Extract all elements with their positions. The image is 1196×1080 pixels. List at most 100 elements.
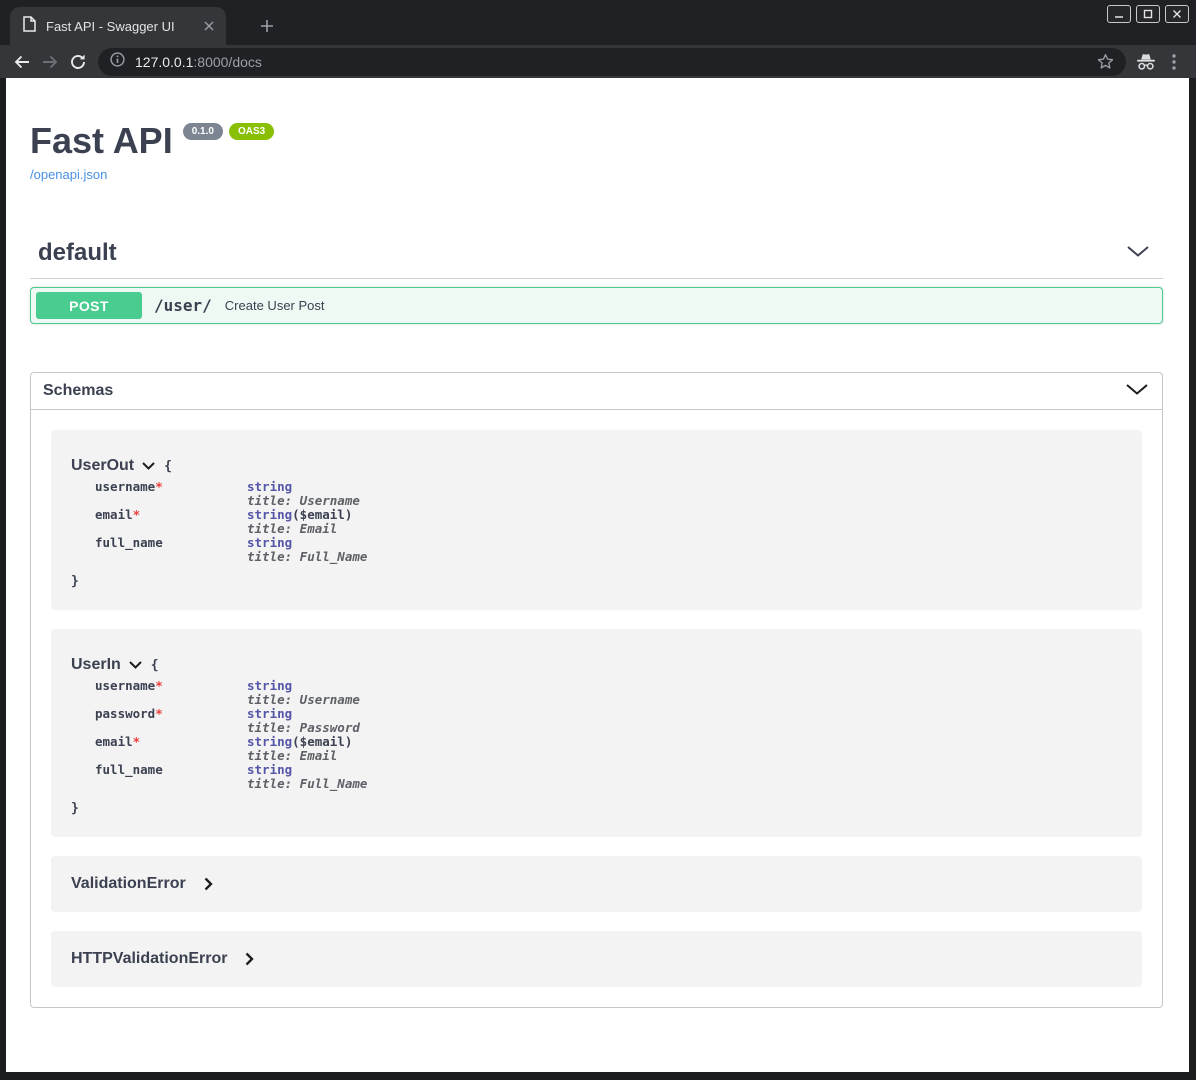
schemas-header[interactable]: Schemas [31, 373, 1162, 410]
chevron-down-icon[interactable] [1127, 244, 1149, 262]
required-marker: * [133, 507, 141, 522]
model-toggle[interactable]: UserOut { [71, 457, 1122, 475]
method-badge: POST [36, 292, 142, 319]
model-card: UserIn{ username*stringtitle: Usernamepas… [51, 629, 1142, 837]
tag-name: default [38, 239, 117, 267]
property-value: stringtitle: Full_Name [247, 536, 367, 564]
property-row: full_namestringtitle: Full_Name [95, 536, 1122, 564]
property-name: password* [95, 707, 247, 735]
property-row: full_namestringtitle: Full_Name [95, 763, 1122, 791]
openapi-spec-link[interactable]: /openapi.json [30, 167, 107, 182]
url-text: 127.0.0.1:8000/docs [135, 54, 262, 70]
reload-icon[interactable] [64, 48, 92, 76]
property-row: email*string($email)title: Email [95, 735, 1122, 763]
tab-close-icon[interactable] [200, 17, 218, 35]
tag-header[interactable]: default [30, 239, 1163, 267]
required-marker: * [155, 479, 163, 494]
property-title: title: Full_Name [247, 777, 367, 791]
close-brace: } [71, 801, 79, 816]
model-toggle[interactable]: ValidationError [71, 875, 1122, 893]
required-marker: * [133, 734, 141, 749]
chevron-right-icon[interactable] [245, 952, 254, 966]
property-format: ($email) [292, 734, 352, 749]
required-marker: * [155, 706, 163, 721]
property-format: ($email) [292, 507, 352, 522]
property-value: stringtitle: Full_Name [247, 763, 367, 791]
incognito-icon[interactable] [1132, 48, 1160, 76]
property-type: string [247, 479, 292, 494]
tag-section-default: default POST /user/ Create User Post [30, 239, 1163, 324]
property-title: title: Email [247, 522, 352, 536]
page-viewport: Fast API 0.1.0 OAS3 /openapi.json default … [6, 78, 1189, 1072]
property-type: string [247, 706, 292, 721]
property-value: string($email)title: Email [247, 508, 352, 536]
property-type: string [247, 678, 292, 693]
property-name: email* [95, 508, 247, 536]
browser-window: Fast API - Swagger UI [0, 0, 1196, 1080]
chevron-down-icon[interactable] [1126, 382, 1148, 400]
property-value: stringtitle: Password [247, 707, 360, 735]
required-marker: * [155, 678, 163, 693]
property-type: string [247, 507, 292, 522]
site-info-icon[interactable] [110, 52, 125, 72]
url-bar[interactable]: 127.0.0.1:8000/docs [98, 48, 1126, 76]
property-type: string [247, 762, 292, 777]
forward-icon[interactable] [36, 48, 64, 76]
property-title: title: Username [247, 494, 360, 508]
page-favicon-icon [23, 16, 36, 37]
model-properties: username*stringtitle: Usernameemail*stri… [95, 480, 1122, 564]
browser-toolbar: 127.0.0.1:8000/docs [0, 45, 1196, 78]
back-icon[interactable] [8, 48, 36, 76]
model-toggle[interactable]: UserIn{ [71, 656, 1122, 674]
property-type: string [247, 535, 292, 550]
maximize-button[interactable] [1136, 5, 1160, 23]
tag-divider [30, 278, 1163, 279]
tab-title: Fast API - Swagger UI [46, 19, 194, 34]
property-title: title: Full_Name [247, 550, 367, 564]
property-value: string($email)title: Email [247, 735, 352, 763]
property-title: title: Email [247, 749, 352, 763]
chevron-down-icon[interactable] [142, 462, 155, 470]
model-name: ValidationError [71, 875, 186, 893]
schemas-section: Schemas UserOut{username*stringtitle: Us… [30, 372, 1163, 1008]
property-name: username* [95, 679, 247, 707]
open-brace: { [151, 658, 159, 673]
property-name: email* [95, 735, 247, 763]
operation-path: /user/ [154, 296, 212, 315]
version-badge: 0.1.0 [183, 123, 223, 140]
operation-summary: Create User Post [225, 298, 325, 313]
close-brace: } [71, 574, 79, 589]
property-name: username* [95, 480, 247, 508]
model-card: HTTPValidationError [51, 931, 1142, 987]
property-value: stringtitle: Username [247, 480, 360, 508]
close-button[interactable] [1165, 5, 1189, 23]
schemas-heading: Schemas [43, 382, 113, 400]
menu-icon[interactable] [1160, 48, 1188, 76]
property-row: password*stringtitle: Password [95, 707, 1122, 735]
chevron-right-icon[interactable] [204, 877, 213, 891]
browser-tab[interactable]: Fast API - Swagger UI [10, 7, 226, 45]
property-type: string [247, 734, 292, 749]
opblock-post-user[interactable]: POST /user/ Create User Post [30, 287, 1163, 324]
property-row: username*stringtitle: Username [95, 480, 1122, 508]
open-brace: { [164, 459, 172, 474]
window-controls [1107, 5, 1189, 23]
model-card: UserOut{username*stringtitle: Usernameem… [51, 430, 1142, 610]
oas3-badge: OAS3 [229, 123, 274, 140]
model-toggle[interactable]: HTTPValidationError [71, 950, 1122, 968]
minimize-button[interactable] [1107, 5, 1131, 23]
model-card: ValidationError [51, 856, 1142, 912]
chevron-down-icon[interactable] [129, 661, 142, 669]
api-info: Fast API 0.1.0 OAS3 /openapi.json [30, 120, 1163, 184]
model-name: HTTPValidationError [71, 950, 227, 968]
property-row: email*string($email)title: Email [95, 508, 1122, 536]
swagger-ui: Fast API 0.1.0 OAS3 /openapi.json default … [6, 78, 1189, 1008]
bookmark-star-icon[interactable] [1097, 53, 1114, 70]
model-name: UserOut [71, 457, 134, 475]
schemas-list: UserOut{username*stringtitle: Usernameem… [31, 410, 1162, 1007]
property-name: full_name [95, 763, 247, 791]
property-value: stringtitle: Username [247, 679, 360, 707]
api-title: Fast API [30, 120, 173, 161]
property-title: title: Password [247, 721, 360, 735]
new-tab-icon[interactable] [254, 14, 280, 38]
